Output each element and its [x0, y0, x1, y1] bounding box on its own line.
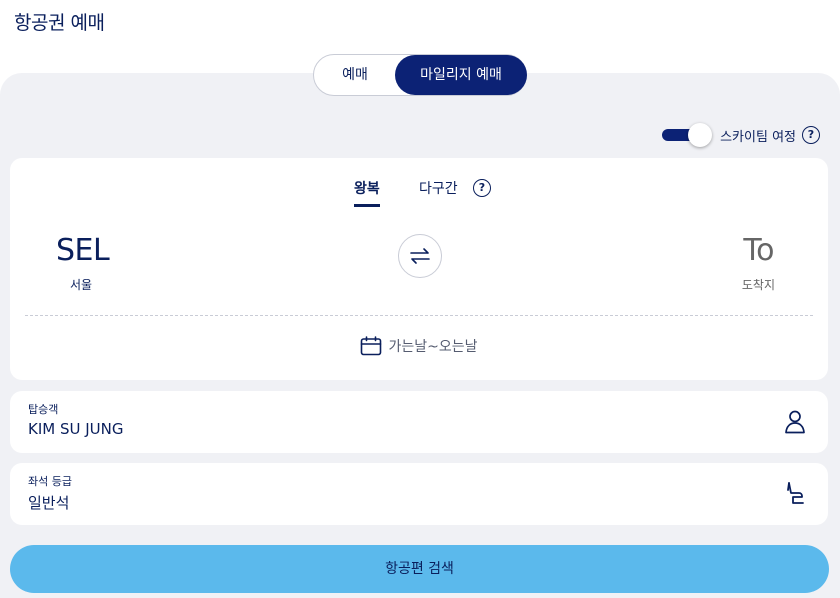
- person-icon: [785, 410, 805, 434]
- booking-mode-toggle: 예매 마일리지 예매: [313, 54, 527, 96]
- seat-class-label: 좌석 등급: [28, 475, 72, 488]
- skytime-help-icon[interactable]: ?: [802, 126, 820, 144]
- skytime-row: 스카이팀 여정 ?: [662, 123, 820, 147]
- route-card: 왕복 다구간 ? SEL 서울 To 도착지 가는날~오는날: [10, 158, 828, 380]
- tab-multi-city[interactable]: 다구간: [419, 178, 458, 198]
- swap-route-button[interactable]: [398, 234, 442, 278]
- departure-code[interactable]: SEL: [56, 233, 110, 268]
- date-placeholder: 가는날~오는날: [388, 339, 478, 355]
- seat-class-value: 일반석: [28, 494, 70, 512]
- arrival-name: 도착지: [741, 278, 775, 292]
- seat-icon: [787, 482, 804, 504]
- passenger-label: 탑승객: [28, 403, 59, 416]
- toggle-knob: [688, 123, 713, 147]
- trip-type-tabs: 왕복 다구간 ?: [10, 178, 828, 208]
- passenger-value: KIM SU JUNG: [28, 420, 124, 438]
- mode-option-booking[interactable]: 예매: [314, 55, 396, 95]
- page-title: 항공권 예매: [14, 12, 105, 34]
- date-selector[interactable]: 가는날~오는날: [10, 336, 828, 356]
- passenger-field[interactable]: 탑승객 KIM SU JUNG: [10, 391, 828, 453]
- swap-arrows-icon: [410, 248, 430, 264]
- departure-name: 서울: [70, 278, 93, 292]
- arrival-code[interactable]: To: [743, 233, 774, 268]
- seat-class-field[interactable]: 좌석 등급 일반석: [10, 463, 828, 525]
- search-flights-button[interactable]: 항공편 검색: [10, 545, 829, 593]
- skytime-label: 스카이팀 여정: [720, 129, 796, 145]
- mode-option-mileage[interactable]: 마일리지 예매: [395, 55, 527, 95]
- calendar-icon: [361, 336, 382, 356]
- multi-city-help-icon[interactable]: ?: [473, 179, 491, 197]
- route-divider: [25, 315, 813, 316]
- tab-roundtrip[interactable]: 왕복: [354, 178, 380, 207]
- skytime-toggle[interactable]: [662, 123, 713, 147]
